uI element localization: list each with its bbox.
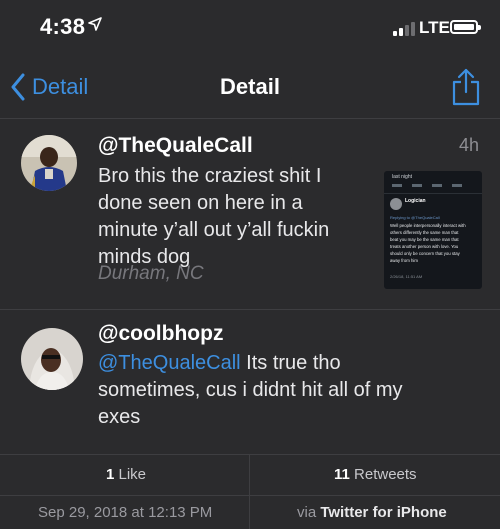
tweet-text: Bro this the craziest shit I done seen o… <box>98 163 329 271</box>
tweet-main[interactable]: @TheQualeCall 4h Bro this the craziest s… <box>0 119 500 310</box>
tweet-meta: Sep 29, 2018 at 12:13 PM via Twitter for… <box>0 495 500 529</box>
tweet-text-line: exes <box>98 406 141 428</box>
carrier-label: LTE <box>419 18 450 37</box>
tweet-text-line: sometimes, cus i didnt hit all of my <box>98 379 403 401</box>
status-bar: 4:38 LTE <box>0 0 500 56</box>
page-title: Detail <box>220 74 280 99</box>
tweet-text-line: minute y’all out y’all fuckin <box>98 219 330 241</box>
media-date: 2/26/18, 11:51 AM <box>390 274 423 279</box>
tweet-reply[interactable]: @coolbhopz @TheQualeCall Its true tho so… <box>0 310 500 454</box>
mention-link[interactable]: @TheQualeCall <box>98 352 241 374</box>
media-action-icons <box>392 184 462 187</box>
media-text: Well people interpersonally interact wit… <box>390 223 466 263</box>
tweet-source[interactable]: via Twitter for iPhone <box>297 504 447 521</box>
media-reply: Replying to @TheQualeCall <box>390 215 440 220</box>
tweet-time: 4h <box>458 135 479 155</box>
signal-bars-icon <box>393 22 415 41</box>
tweet-text-line: Its true tho <box>240 352 341 374</box>
navigation-bar: Detail Detail <box>0 56 500 119</box>
tweet-location[interactable]: Durham, NC <box>98 263 204 285</box>
media-name: Logician <box>405 198 426 204</box>
share-icon[interactable] <box>451 68 481 111</box>
likes-count[interactable]: 1 Like <box>106 466 146 483</box>
location-arrow-icon <box>88 17 102 36</box>
tweet-text-line: Bro this the craziest shit I <box>98 165 322 187</box>
avatar[interactable] <box>21 328 83 390</box>
battery-icon <box>450 20 481 34</box>
media-header: last night <box>392 174 413 180</box>
tweet-stats: 1 Like 11 Retweets <box>0 454 500 496</box>
avatar[interactable] <box>21 135 77 191</box>
tweet-handle[interactable]: @coolbhopz <box>98 322 223 346</box>
divider <box>249 495 250 529</box>
tweet-date: Sep 29, 2018 at 12:13 PM <box>38 504 213 521</box>
media-avatar <box>390 198 402 210</box>
tweet-text-line: done seen on here in a <box>98 192 303 214</box>
tweet-text: @TheQualeCall Its true tho sometimes, cu… <box>98 350 403 431</box>
retweets-count[interactable]: 11 Retweets <box>334 466 417 483</box>
tweet-media-image[interactable]: last night Logician Replying to @TheQual… <box>384 171 482 289</box>
divider <box>249 455 250 495</box>
tweet-handle[interactable]: @TheQualeCall <box>98 134 253 158</box>
status-time: 4:38 <box>40 14 86 39</box>
